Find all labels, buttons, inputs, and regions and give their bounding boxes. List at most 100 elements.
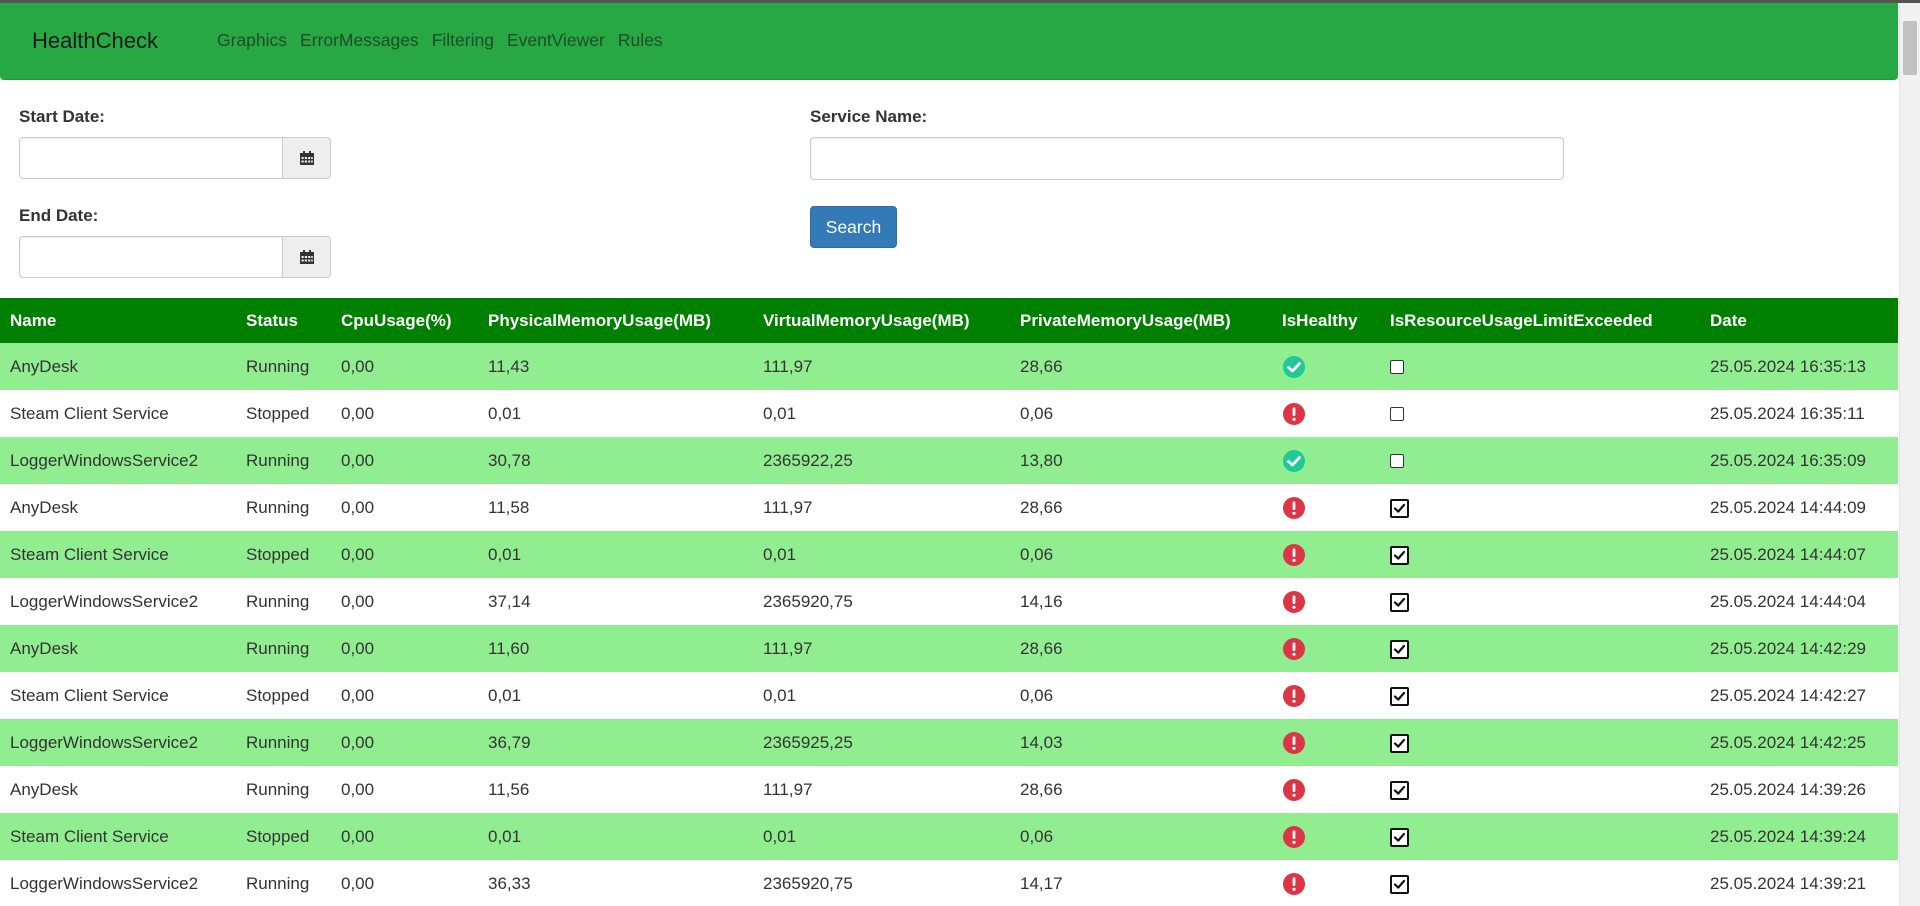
cell-virtual-memory: 2365925,25 <box>763 732 853 752</box>
cell-physical-memory: 11,58 <box>488 497 530 517</box>
end-date-calendar-button[interactable] <box>283 236 331 278</box>
checked-checkbox-icon <box>1390 498 1409 518</box>
search-button[interactable]: Search <box>810 206 897 248</box>
cell-date: 25.05.2024 14:42:25 <box>1710 732 1866 752</box>
exclamation-circle-icon <box>1282 590 1306 614</box>
cell-name: AnyDesk <box>10 497 79 517</box>
header-date: Date <box>1710 310 1747 330</box>
end-date-input[interactable] <box>19 236 283 278</box>
cell-cpu-usage: 0,00 <box>341 779 375 799</box>
brand-link[interactable]: HealthCheck <box>32 28 158 54</box>
exclamation-circle-icon <box>1282 731 1306 755</box>
cell-date: 25.05.2024 14:44:09 <box>1710 497 1866 517</box>
cell-name: Steam Client Service <box>10 544 169 564</box>
nav-link-graphics[interactable]: Graphics <box>217 30 287 51</box>
exclamation-circle-icon <box>1282 684 1306 708</box>
unchecked-checkbox-icon <box>1390 360 1404 375</box>
cell-private-memory: 14,16 <box>1020 591 1063 611</box>
checked-checkbox-icon <box>1390 733 1409 753</box>
cell-private-memory: 28,66 <box>1020 497 1063 517</box>
table-row: Steam Client Service Stopped 0,00 0,01 0,01 0… <box>0 672 1898 719</box>
header-private-memory: PrivateMemoryUsage(MB) <box>1020 310 1231 330</box>
cell-cpu-usage: 0,00 <box>341 685 375 705</box>
cell-virtual-memory: 2365920,75 <box>763 873 853 893</box>
start-date-input[interactable] <box>19 137 283 179</box>
table-row: LoggerWindowsService2 Running 0,00 30,78 236… <box>0 437 1898 484</box>
calendar-icon <box>299 151 314 165</box>
cell-physical-memory: 36,33 <box>488 873 531 893</box>
scrollbar-thumb[interactable] <box>1903 21 1917 75</box>
cell-cpu-usage: 0,00 <box>341 826 375 846</box>
nav-link-filtering[interactable]: Filtering <box>432 30 494 51</box>
table-row: Steam Client Service Stopped 0,00 0,01 0,01 0… <box>0 531 1898 578</box>
cell-name: Steam Client Service <box>10 685 169 705</box>
health-table: Name Status CpuUsage(%) PhysicalMemoryUs… <box>0 298 1898 906</box>
cell-status: Running <box>246 497 310 517</box>
start-date-group <box>19 137 331 179</box>
cell-physical-memory: 0,01 <box>488 685 522 705</box>
check-circle-icon <box>1282 355 1306 379</box>
cell-is-healthy <box>1272 813 1380 860</box>
cell-physical-memory: 0,01 <box>488 403 522 423</box>
header-virtual-memory: VirtualMemoryUsage(MB) <box>763 310 970 330</box>
navbar: HealthCheck Graphics ErrorMessages Filte… <box>0 3 1898 80</box>
end-date-group <box>19 236 331 278</box>
cell-virtual-memory: 0,01 <box>763 826 797 846</box>
checked-checkbox-icon <box>1390 686 1409 706</box>
cell-cpu-usage: 0,00 <box>341 403 375 423</box>
nav-links: Graphics ErrorMessages Filtering EventVi… <box>217 30 663 51</box>
exclamation-circle-icon <box>1282 872 1306 896</box>
unchecked-checkbox-icon <box>1390 407 1404 422</box>
cell-physical-memory: 11,56 <box>488 779 530 799</box>
cell-status: Running <box>246 732 310 752</box>
cell-name: Steam Client Service <box>10 403 169 423</box>
cell-is-healthy <box>1272 484 1380 531</box>
table-header-row: Name Status CpuUsage(%) PhysicalMemoryUs… <box>0 298 1898 343</box>
cell-virtual-memory: 2365920,75 <box>763 591 853 611</box>
cell-status: Running <box>246 638 310 658</box>
end-date-label: End Date: <box>19 206 99 225</box>
cell-date: 25.05.2024 14:39:26 <box>1710 779 1866 799</box>
service-name-input[interactable] <box>810 137 1564 180</box>
cell-physical-memory: 36,79 <box>488 732 531 752</box>
exclamation-circle-icon <box>1282 543 1306 567</box>
cell-physical-memory: 0,01 <box>488 544 522 564</box>
exclamation-circle-icon <box>1282 778 1306 802</box>
cell-name: LoggerWindowsService2 <box>10 450 199 470</box>
nav-link-event-viewer[interactable]: EventViewer <box>507 30 605 51</box>
cell-physical-memory: 11,60 <box>488 638 530 658</box>
table-row: LoggerWindowsService2 Running 0,00 36,33 236… <box>0 860 1898 906</box>
calendar-icon <box>299 250 314 264</box>
cell-virtual-memory: 0,01 <box>763 544 797 564</box>
table-row: AnyDesk Running 0,00 11,43 111,97 28,66 25.05.… <box>0 343 1898 390</box>
cell-private-memory: 0,06 <box>1020 685 1054 705</box>
cell-name: LoggerWindowsService2 <box>10 591 199 611</box>
cell-private-memory: 28,66 <box>1020 779 1063 799</box>
cell-name: AnyDesk <box>10 779 79 799</box>
header-status: Status <box>246 310 298 330</box>
cell-date: 25.05.2024 14:42:29 <box>1710 638 1866 658</box>
vertical-scrollbar[interactable] <box>1899 3 1920 906</box>
cell-date: 25.05.2024 16:35:09 <box>1710 450 1866 470</box>
cell-status: Stopped <box>246 544 310 564</box>
cell-private-memory: 0,06 <box>1020 544 1054 564</box>
cell-private-memory: 0,06 <box>1020 403 1054 423</box>
cell-cpu-usage: 0,00 <box>341 732 375 752</box>
nav-link-error-messages[interactable]: ErrorMessages <box>300 30 419 51</box>
start-date-label: Start Date: <box>19 107 105 126</box>
cell-is-healthy <box>1272 531 1380 578</box>
exclamation-circle-icon <box>1282 402 1306 426</box>
cell-status: Running <box>246 873 310 893</box>
nav-link-rules[interactable]: Rules <box>618 30 663 51</box>
cell-is-resource-limit-exceeded <box>1380 625 1700 672</box>
cell-private-memory: 28,66 <box>1020 638 1063 658</box>
cell-name: AnyDesk <box>10 638 79 658</box>
cell-physical-memory: 37,14 <box>488 591 531 611</box>
checked-checkbox-icon <box>1390 592 1409 612</box>
exclamation-circle-icon <box>1282 637 1306 661</box>
start-date-calendar-button[interactable] <box>283 137 331 179</box>
cell-physical-memory: 11,43 <box>488 356 530 376</box>
cell-virtual-memory: 2365922,25 <box>763 450 853 470</box>
header-name: Name <box>10 310 57 330</box>
table-row: LoggerWindowsService2 Running 0,00 37,14 236… <box>0 578 1898 625</box>
